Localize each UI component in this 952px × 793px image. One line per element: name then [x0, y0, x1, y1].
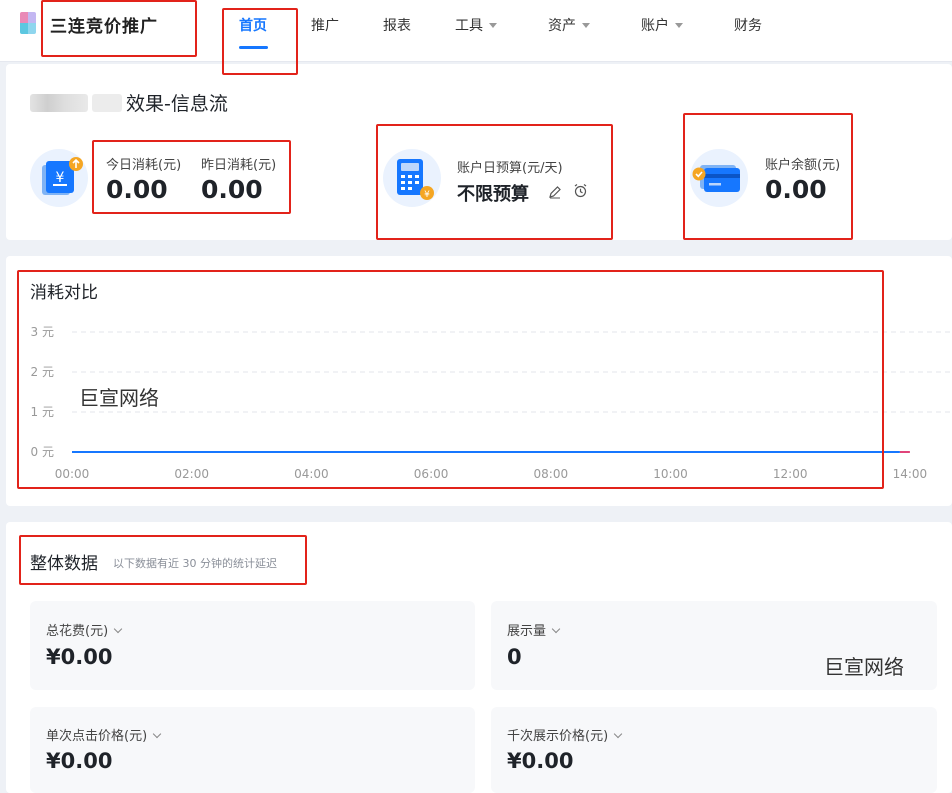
chevron-down-icon: [113, 624, 123, 634]
watermark-text: 巨宣网络: [824, 655, 904, 679]
today-cost-label: 今日消耗(元): [106, 158, 182, 173]
chevron-down-icon: [489, 22, 497, 28]
metric-tile-cpc[interactable]: 单次点击价格(元) ¥0.00: [30, 707, 475, 793]
overall-title: 整体数据: [30, 554, 98, 574]
nav-item-home[interactable]: 首页: [239, 15, 267, 35]
today-cost-value: 0.00: [106, 175, 168, 204]
account-name-suffix: 效果-信息流: [126, 93, 228, 115]
chevron-down-icon: [675, 22, 683, 28]
svg-text:¥: ¥: [56, 170, 65, 186]
nav-item-assets[interactable]: 资产: [548, 15, 590, 35]
chevron-down-icon: [613, 729, 623, 739]
top-nav: 三连竞价推广 首页 推广 报表 工具 资产 账户 财务: [0, 0, 952, 62]
app-title: 三连竞价推广: [50, 17, 158, 37]
daily-budget-value: 不限预算: [457, 184, 529, 205]
calculator-icon: ¥: [383, 149, 441, 207]
metric-label[interactable]: 总花费(元): [46, 620, 123, 639]
chevron-down-icon: [582, 22, 590, 28]
alarm-clock-icon[interactable]: [573, 183, 588, 198]
metric-tile-cpm[interactable]: 千次展示价格(元) ¥0.00: [491, 707, 937, 793]
svg-text:¥: ¥: [424, 190, 430, 200]
metric-tile-total-cost[interactable]: 总花费(元) ¥0.00: [30, 601, 475, 690]
nav-item-finance[interactable]: 财务: [734, 15, 762, 35]
metric-value: ¥0.00: [507, 749, 574, 773]
metric-tile-impressions[interactable]: 展示量 0 巨宣网络: [491, 601, 937, 690]
balance-value: 0.00: [765, 175, 827, 204]
yesterday-cost-value: 0.00: [201, 175, 263, 204]
logo-icon: [20, 12, 36, 34]
chevron-down-icon: [152, 729, 162, 739]
metric-value: ¥0.00: [46, 749, 113, 773]
chart-title: 消耗对比: [30, 283, 98, 303]
nav-item-promotion[interactable]: 推广: [311, 15, 339, 35]
daily-budget-label: 账户日预算(元/天): [457, 161, 563, 176]
metric-label[interactable]: 千次展示价格(元): [507, 725, 623, 744]
redacted-account-prefix-2: [92, 94, 122, 112]
metric-label[interactable]: 展示量: [507, 620, 561, 639]
balance-label: 账户余额(元): [765, 158, 841, 173]
overall-delay-note: 以下数据有近 30 分钟的统计延迟: [113, 557, 277, 570]
chevron-down-icon: [551, 624, 561, 634]
credit-card-icon: [690, 149, 748, 207]
yesterday-cost-label: 昨日消耗(元): [201, 158, 277, 173]
cost-comparison-card: [6, 256, 952, 506]
wallet-icon: ¥: [30, 149, 88, 207]
metric-value: 0: [507, 645, 522, 669]
redacted-account-prefix: [30, 94, 88, 112]
nav-item-account[interactable]: 账户: [641, 15, 683, 35]
nav-item-reports[interactable]: 报表: [383, 15, 411, 35]
edit-budget-icon[interactable]: [548, 184, 562, 199]
active-tab-indicator: [239, 46, 268, 49]
metric-value: ¥0.00: [46, 645, 113, 669]
watermark-text: 巨宣网络: [79, 386, 159, 410]
account-name: 效果-信息流: [30, 89, 228, 116]
metric-label[interactable]: 单次点击价格(元): [46, 725, 162, 744]
nav-item-tools[interactable]: 工具: [455, 15, 497, 35]
